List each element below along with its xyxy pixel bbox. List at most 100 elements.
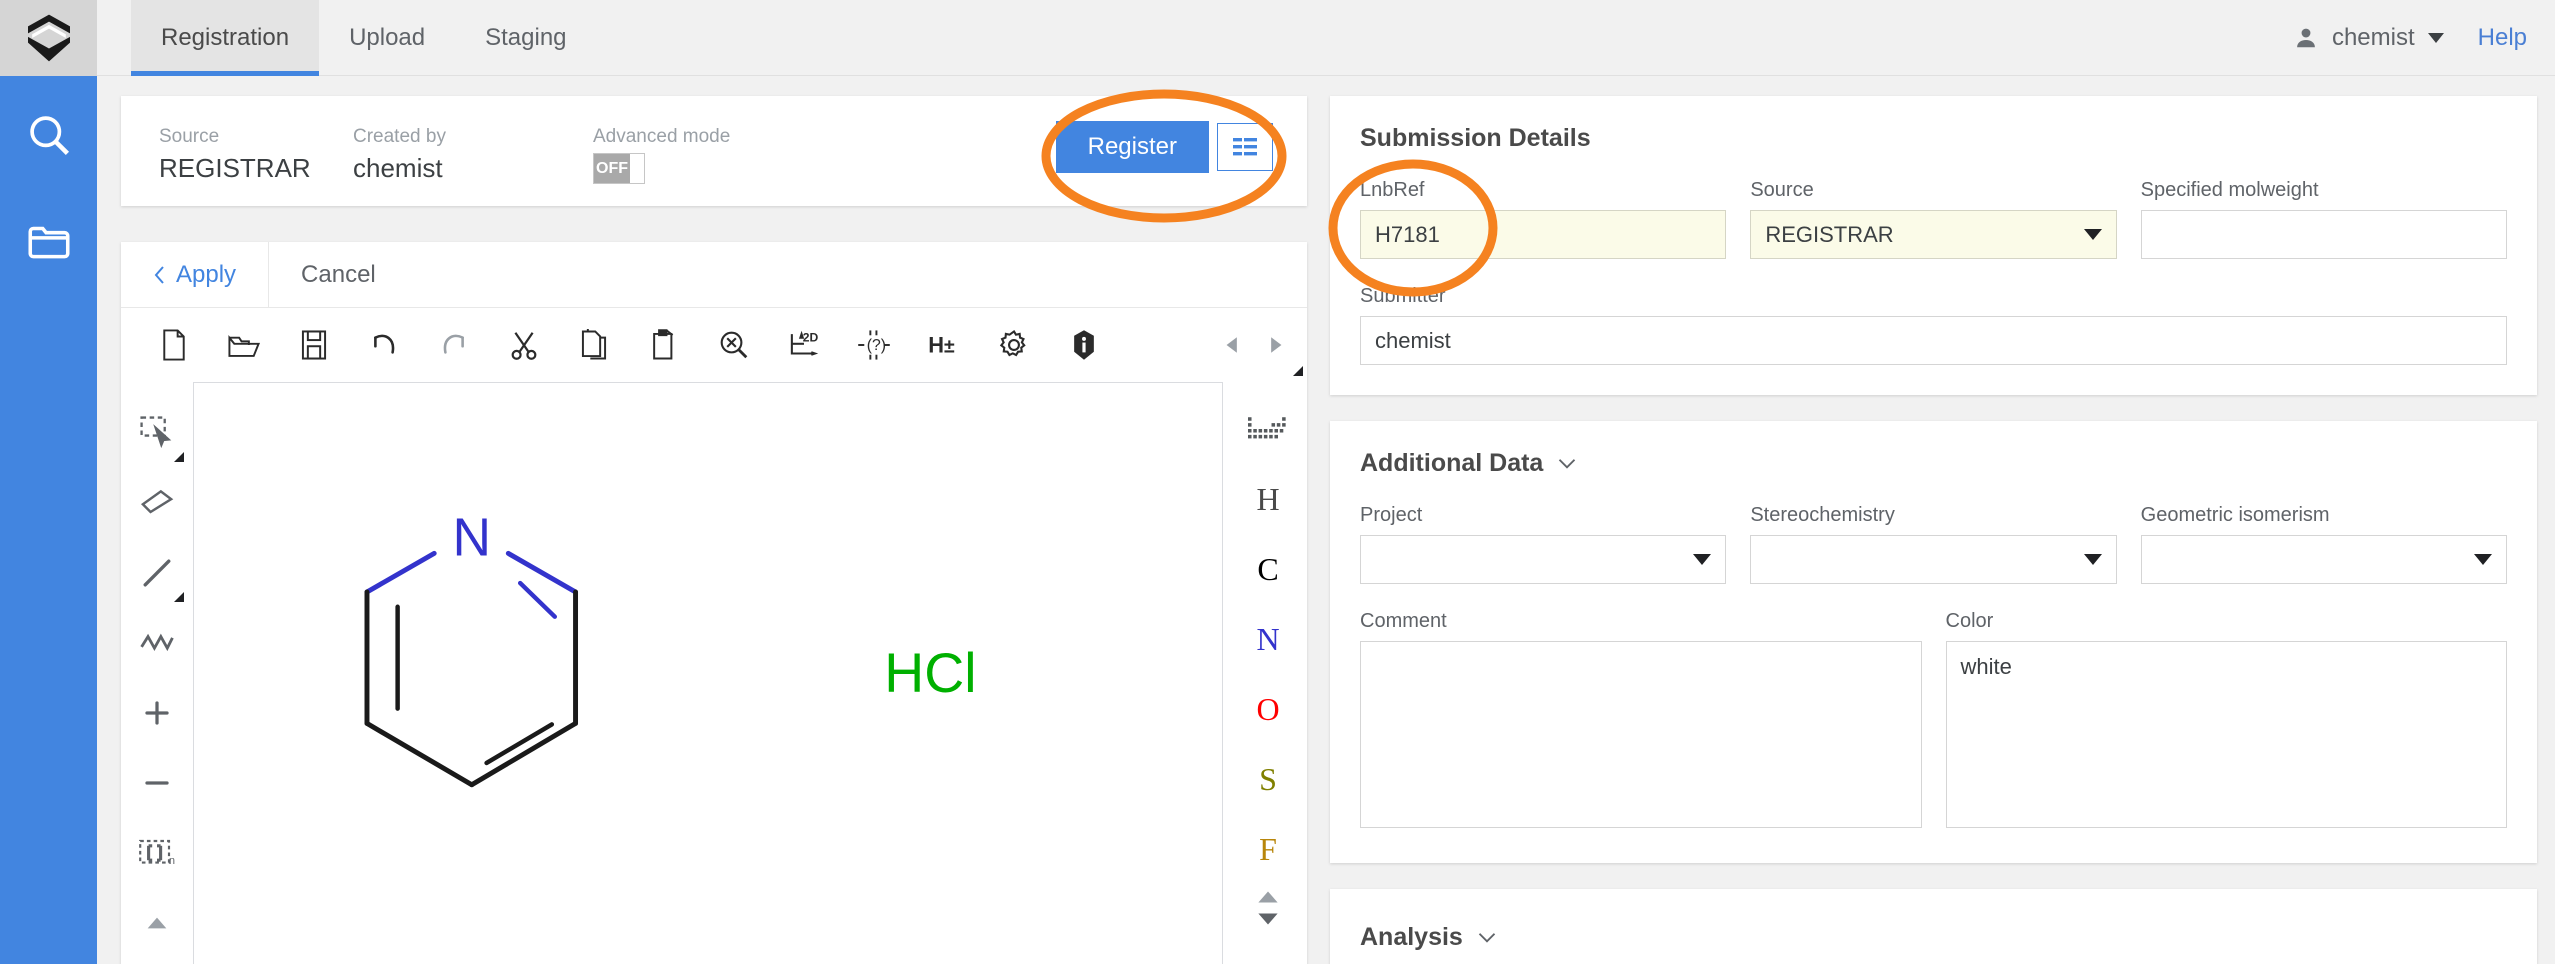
svg-text:±: ± <box>944 335 955 357</box>
triangle-right-icon[interactable] <box>1267 336 1283 354</box>
meta-source: Source REGISTRAR <box>121 126 353 184</box>
project-select[interactable] <box>1360 535 1727 584</box>
advanced-mode-toggle[interactable]: OFF <box>593 153 645 184</box>
analysis-panel: Analysis <box>1330 889 2537 964</box>
additional-data-title[interactable]: Additional Data <box>1360 449 2507 478</box>
chevron-left-icon <box>154 265 164 284</box>
caret-down-icon <box>1693 554 1712 565</box>
sgroup-bracket-icon[interactable]: n <box>126 818 188 888</box>
layout-2d-icon[interactable]: 2D <box>769 315 839 375</box>
redo-icon[interactable] <box>419 315 489 375</box>
user-name-label: chemist <box>2331 24 2415 51</box>
charge-plus-icon[interactable] <box>126 678 188 748</box>
field-geometric-isomerism: Geometric isomerism <box>2140 504 2507 584</box>
source-select-value: REGISTRAR <box>1765 221 1894 247</box>
analysis-title[interactable]: Analysis <box>1360 923 2507 952</box>
field-project: Project <box>1360 504 1727 584</box>
stereochemistry-select[interactable] <box>1750 535 2117 584</box>
field-stereochemistry: Stereochemistry <box>1750 504 2117 584</box>
settings-gear-icon[interactable] <box>979 315 1049 375</box>
field-source: Source REGISTRAR <box>1750 179 2117 259</box>
info-icon[interactable] <box>1049 315 1119 375</box>
clear-zoom-icon[interactable] <box>699 315 769 375</box>
geometric-select[interactable] <box>2140 535 2507 584</box>
search-icon <box>29 116 69 156</box>
charge-minus-icon[interactable] <box>126 748 188 818</box>
element-h-icon[interactable]: H <box>1237 464 1299 534</box>
editor-toolbar: 2D (?) H ± <box>121 308 1307 382</box>
caret-down-icon <box>2083 554 2102 565</box>
stereo-query-icon[interactable]: (?) <box>839 315 909 375</box>
triangle-left-icon[interactable] <box>1225 336 1241 354</box>
triangle-up-icon[interactable] <box>1257 890 1279 904</box>
caret-down-icon <box>2427 33 2444 43</box>
bond-single-icon[interactable] <box>126 538 188 608</box>
folder-icon <box>27 226 70 259</box>
hydrogen-plusminus-icon[interactable]: H ± <box>909 315 979 375</box>
molweight-label: Specified molweight <box>2140 179 2319 201</box>
source-select[interactable]: REGISTRAR <box>1750 210 2117 259</box>
chevron-down-icon <box>1478 933 1496 943</box>
triangle-down-icon[interactable] <box>1257 912 1279 926</box>
top-bar: Registration Upload Staging chemist Help <box>97 0 2555 76</box>
right-column: Submission Details LnbRef Source REGISTR… <box>1330 96 2537 964</box>
submission-meta-card: Source REGISTRAR Created by chemist Adva… <box>121 96 1307 206</box>
element-f-icon[interactable]: F <box>1237 814 1299 884</box>
new-file-icon[interactable] <box>139 315 209 375</box>
copy-icon[interactable] <box>559 315 629 375</box>
atom-label-n: N <box>452 508 491 567</box>
user-menu[interactable]: chemist <box>2293 24 2444 52</box>
analysis-title-label: Analysis <box>1360 923 1463 951</box>
lnbref-label: LnbRef <box>1360 179 1425 201</box>
cancel-label: Cancel <box>301 260 376 288</box>
advanced-mode-state-label: OFF <box>594 154 630 183</box>
chain-icon[interactable] <box>126 608 188 678</box>
svg-text:2D: 2D <box>803 330 819 344</box>
element-s-icon[interactable]: S <box>1237 744 1299 814</box>
structure-editor-card: Apply Cancel 2D (?) H ± n N HCl H C N O … <box>121 242 1307 964</box>
additional-data-panel: Additional Data Project Stereochemistry <box>1330 421 2537 863</box>
tab-staging-label: Staging <box>485 24 567 51</box>
element-c-icon[interactable]: C <box>1237 534 1299 604</box>
paste-icon[interactable] <box>629 315 699 375</box>
element-o-icon[interactable]: O <box>1237 674 1299 744</box>
cancel-button[interactable]: Cancel <box>269 242 408 307</box>
tab-registration[interactable]: Registration <box>131 0 320 76</box>
comment-textarea[interactable] <box>1360 641 1922 828</box>
triangle-up-icon <box>147 917 167 929</box>
meta-advanced-mode-label: Advanced mode <box>593 126 731 147</box>
register-options-button[interactable] <box>1217 123 1273 171</box>
help-link[interactable]: Help <box>2478 24 2527 52</box>
periodic-table-icon[interactable] <box>1237 394 1299 464</box>
tab-staging[interactable]: Staging <box>455 0 596 76</box>
editor-left-tools: n <box>121 382 193 964</box>
svg-text:n: n <box>169 855 175 867</box>
save-disk-icon[interactable] <box>279 315 349 375</box>
submission-row-2: Submitter <box>1360 285 2507 365</box>
lnbref-input[interactable] <box>1360 210 1727 259</box>
toolbar-scroll-nav <box>1225 336 1283 354</box>
svg-text:H: H <box>928 332 944 357</box>
structure-canvas[interactable]: N HCl <box>193 382 1223 964</box>
register-button[interactable]: Register <box>1055 121 1209 173</box>
apply-button[interactable]: Apply <box>121 242 270 307</box>
submitter-input[interactable] <box>1360 316 2507 365</box>
molweight-input[interactable] <box>2140 210 2507 259</box>
source-label: Source <box>1750 179 1814 201</box>
cut-scissors-icon[interactable] <box>489 315 559 375</box>
sidebar-item-folder[interactable] <box>0 196 97 286</box>
molecule-drawing: N HCl <box>364 508 977 788</box>
select-rectangle-icon[interactable] <box>126 398 188 468</box>
field-submitter: Submitter <box>1360 285 2507 365</box>
sidebar-item-search[interactable] <box>0 90 97 180</box>
color-textarea[interactable]: white <box>1945 641 2507 828</box>
undo-icon[interactable] <box>349 315 419 375</box>
element-n-icon[interactable]: N <box>1237 604 1299 674</box>
eraser-icon[interactable] <box>126 468 188 538</box>
left-tools-scroll[interactable] <box>126 888 188 958</box>
caret-down-icon <box>2473 554 2492 565</box>
app-logo[interactable] <box>0 0 97 76</box>
open-folder-icon[interactable] <box>209 315 279 375</box>
tab-upload[interactable]: Upload <box>319 0 455 76</box>
right-tools-scroll <box>1257 890 1279 926</box>
